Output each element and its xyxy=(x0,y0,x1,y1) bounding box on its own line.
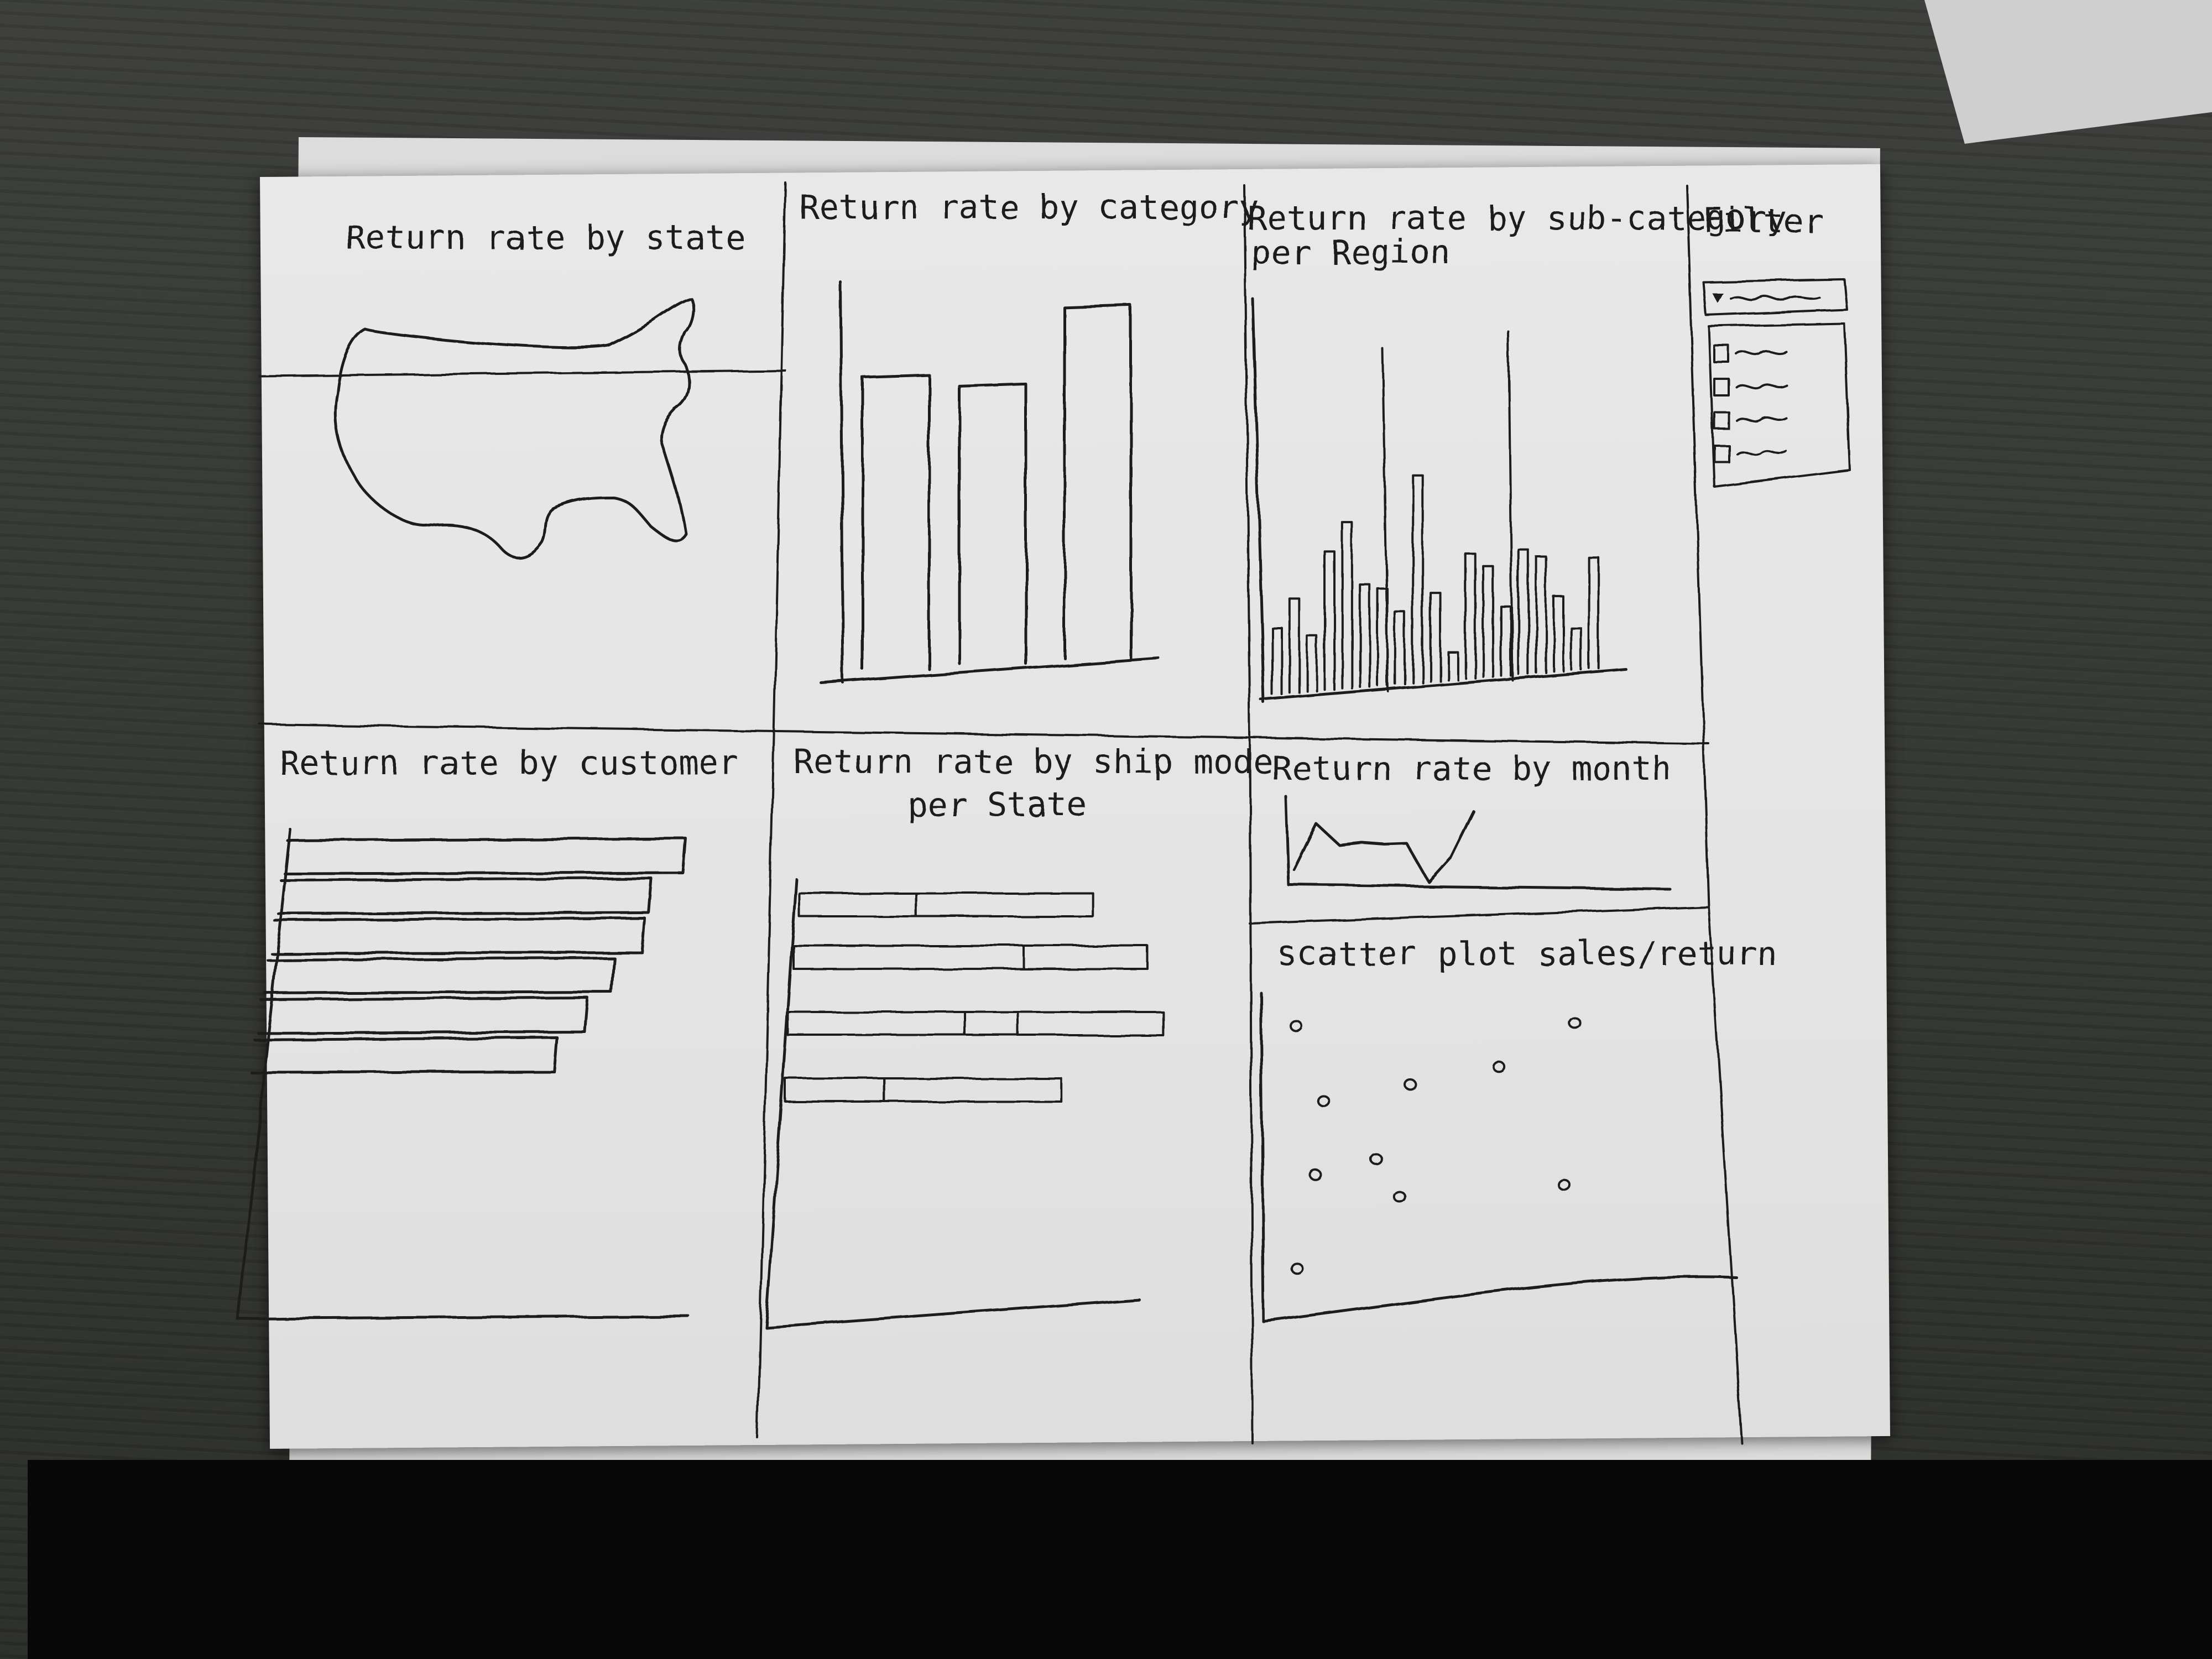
scatter-point xyxy=(1404,1079,1418,1092)
panel-customer: Return rate by customer xyxy=(236,744,739,1321)
scatter-point xyxy=(1392,1191,1406,1203)
panel-subcategory: Return rate by sub-category per Region xyxy=(1247,199,1786,704)
filter-checkbox[interactable] xyxy=(1713,378,1730,397)
filter-checkbox[interactable] xyxy=(1713,411,1730,430)
panel-state-title: Return rate by state xyxy=(346,218,745,257)
shipmode-segment xyxy=(792,945,1025,970)
shipmode-bars xyxy=(784,892,1165,1103)
filter-list-box xyxy=(1708,322,1851,488)
customer-bar xyxy=(270,916,646,955)
panel-scatter-title: scatter plot sales/return xyxy=(1277,935,1777,973)
panel-filter: Filter xyxy=(1702,202,1851,488)
shipmode-segment xyxy=(1022,945,1149,970)
us-map xyxy=(333,297,695,559)
wireframe-sketch: Return rate by state Return rate by cate… xyxy=(236,181,1851,1444)
subcategory-bar xyxy=(1482,565,1494,678)
subcategory-bar xyxy=(1306,634,1318,692)
shipmode-segment xyxy=(798,892,917,917)
subcategory-bar xyxy=(1464,552,1477,680)
customer-bar xyxy=(276,877,653,915)
filter-option-scribble xyxy=(1735,383,1787,389)
filter-option-scribble xyxy=(1735,416,1787,422)
subcategory-bar xyxy=(1588,556,1600,670)
customer-bar xyxy=(250,1036,559,1074)
shipmode-segment xyxy=(883,1077,1063,1103)
category-axes xyxy=(820,280,1160,685)
panel-scatter: scatter plot sales/return xyxy=(1259,935,1777,1323)
scatter-point xyxy=(1370,1153,1384,1166)
subcategory-bar xyxy=(1535,555,1547,674)
subcategory-bar xyxy=(1288,597,1301,694)
category-bar xyxy=(861,373,931,671)
panel-state: Return rate by state xyxy=(333,218,745,559)
subcategory-bar xyxy=(1411,474,1424,684)
scatter-point xyxy=(1557,1178,1571,1191)
panel-category: Return rate by category xyxy=(799,188,1259,685)
dropdown-triangle-icon xyxy=(1712,293,1723,303)
category-bar xyxy=(1063,304,1133,660)
month-axes xyxy=(1284,795,1672,891)
scatter-point xyxy=(1309,1168,1322,1181)
subcategory-bar xyxy=(1341,521,1353,690)
category-bar xyxy=(958,382,1027,665)
filter-checkbox[interactable] xyxy=(1713,444,1730,463)
panel-shipmode-title-line2: per State xyxy=(907,785,1087,824)
customer-bar xyxy=(263,956,615,995)
shipmode-segment xyxy=(787,1011,966,1036)
scatter-point xyxy=(1290,1020,1303,1032)
panel-filter-title: Filter xyxy=(1703,202,1823,241)
customer-bar xyxy=(257,996,589,1035)
subcategory-bar xyxy=(1271,627,1283,695)
scatter-point xyxy=(1290,1261,1303,1274)
panel-subcategory-title-line2: per Region xyxy=(1251,233,1451,272)
filter-option-scribble xyxy=(1735,349,1787,356)
subcategory-bar xyxy=(1570,627,1582,671)
shipmode-segment xyxy=(964,1011,1019,1036)
subcategory-bar xyxy=(1552,595,1564,672)
panel-shipmode-title-line1: Return rate by ship mode xyxy=(794,743,1273,781)
subcategory-bar xyxy=(1499,605,1512,677)
shipmode-segment xyxy=(784,1077,886,1103)
panel-shipmode: Return rate by ship mode per State xyxy=(764,743,1273,1329)
shipmode-segment xyxy=(1017,1011,1165,1036)
scatter-point xyxy=(1492,1060,1506,1073)
filter-checkboxes[interactable] xyxy=(1713,345,1787,463)
scatter-axes xyxy=(1259,991,1738,1323)
month-line xyxy=(1292,810,1475,884)
customer-bars xyxy=(250,837,687,1074)
panel-category-title: Return rate by category xyxy=(799,188,1259,227)
customer-bar xyxy=(283,837,687,875)
subcategory-bar xyxy=(1359,583,1371,688)
subcategory-bar xyxy=(1517,548,1530,675)
panel-month: Return rate by month xyxy=(1272,749,1672,891)
subcategory-bar xyxy=(1447,651,1459,681)
category-bars xyxy=(861,304,1133,671)
subcategory-bar xyxy=(1323,550,1336,691)
filter-dropdown[interactable] xyxy=(1702,278,1848,316)
filter-option-scribble xyxy=(1735,449,1787,456)
subcategory-bar xyxy=(1394,611,1406,685)
scatter-point xyxy=(1316,1094,1330,1107)
subcategory-bar xyxy=(1429,591,1442,682)
panel-customer-title: Return rate by customer xyxy=(279,744,739,782)
dropdown-value-scribble xyxy=(1730,295,1820,301)
subcategory-bars xyxy=(1271,474,1600,695)
customer-axes xyxy=(236,828,690,1321)
shipmode-segment xyxy=(915,892,1094,917)
panel-month-title: Return rate by month xyxy=(1272,749,1671,788)
filter-checkbox[interactable] xyxy=(1713,345,1730,363)
scatter-points xyxy=(1290,1017,1582,1274)
scatter-point xyxy=(1568,1017,1582,1030)
